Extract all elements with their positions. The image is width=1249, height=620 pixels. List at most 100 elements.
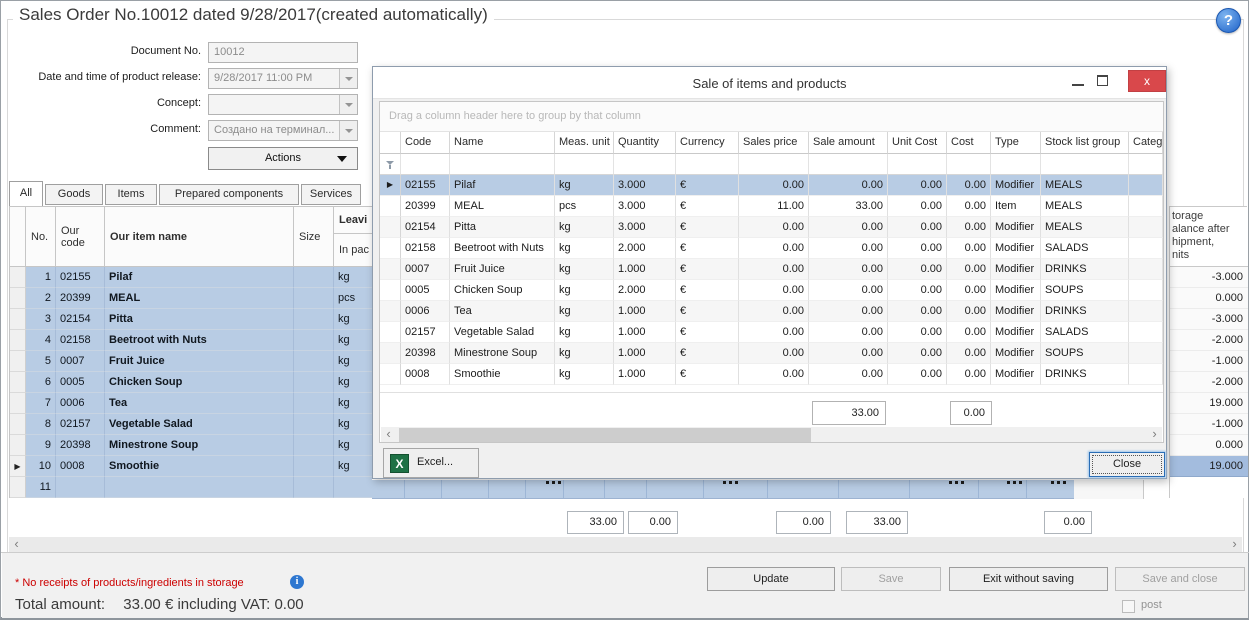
cell-unit[interactable]: kg (555, 301, 614, 322)
cell-currency[interactable]: € (676, 280, 739, 301)
minimize-icon[interactable] (1072, 84, 1084, 86)
cell-qty[interactable]: 3.000 (614, 175, 676, 196)
tab-services[interactable]: Services (301, 184, 361, 205)
cell-group[interactable]: MEALS (1041, 175, 1129, 196)
tab-all[interactable]: All (9, 181, 43, 206)
update-button[interactable]: Update (707, 567, 835, 591)
cell-name[interactable]: Tea (450, 301, 555, 322)
cell-qty[interactable]: 3.000 (614, 196, 676, 217)
cell-sale_amount[interactable]: 0.00 (809, 280, 888, 301)
cell-currency[interactable]: € (676, 238, 739, 259)
document-no-field[interactable]: 10012 (208, 42, 358, 63)
cell-name[interactable]: Pitta (450, 217, 555, 238)
maximize-icon[interactable] (1097, 75, 1108, 86)
cell-name[interactable]: Pilaf (450, 175, 555, 196)
cell-extra[interactable] (1129, 301, 1163, 322)
comment-dropdown[interactable] (339, 121, 357, 140)
cell-group[interactable]: DRINKS (1041, 301, 1129, 322)
table-row[interactable]: 70006Teakg (10, 393, 372, 414)
cell-code[interactable]: 02157 (401, 322, 450, 343)
help-icon[interactable]: ? (1216, 8, 1241, 33)
cell-unit_cost[interactable]: 0.00 (888, 238, 947, 259)
dialog-title-bar[interactable]: Sale of items and products x (373, 67, 1166, 99)
col-header-cost[interactable]: Cost (947, 132, 991, 154)
cell-qty[interactable]: 3.000 (614, 217, 676, 238)
row-indicator[interactable] (380, 364, 401, 385)
close-button[interactable]: Close (1089, 452, 1165, 477)
table-row[interactable]: 11 (10, 477, 372, 498)
cell-name[interactable]: Vegetable Salad (450, 322, 555, 343)
cell-unit_cost[interactable]: 0.00 (888, 364, 947, 385)
cell-sale_amount[interactable]: 0.00 (809, 175, 888, 196)
cell-sales_price[interactable]: 11.00 (739, 196, 809, 217)
row-indicator[interactable] (380, 322, 401, 343)
table-row[interactable]: 220399MEALpcs (10, 288, 372, 309)
cell-currency[interactable]: € (676, 322, 739, 343)
cell-unit[interactable]: kg (555, 280, 614, 301)
cell-group[interactable]: SALADS (1041, 238, 1129, 259)
row-indicator[interactable] (380, 238, 401, 259)
scroll-left-icon[interactable]: ‹ (9, 537, 24, 552)
cell-code[interactable]: 20398 (401, 343, 450, 364)
cell-unit_cost[interactable]: 0.00 (888, 259, 947, 280)
cell-extra[interactable] (1129, 175, 1163, 196)
selected-row-pointer-icon[interactable]: ▶ (380, 175, 401, 196)
col-header-our-code[interactable]: Our code (56, 207, 105, 267)
cell-code[interactable]: 0005 (401, 280, 450, 301)
cell-group[interactable]: DRINKS (1041, 364, 1129, 385)
cell-unit_cost[interactable]: 0.00 (888, 196, 947, 217)
cell-sale_amount[interactable]: 33.00 (809, 196, 888, 217)
cell-unit[interactable]: kg (555, 238, 614, 259)
cell-code[interactable]: 0007 (401, 259, 450, 280)
cell-group[interactable]: MEALS (1041, 217, 1129, 238)
cell-cost[interactable]: 0.00 (947, 217, 991, 238)
cell-sales_price[interactable]: 0.00 (739, 364, 809, 385)
cell-code[interactable]: 0008 (401, 364, 450, 385)
cell-cost[interactable]: 0.00 (947, 364, 991, 385)
filter-cell[interactable] (888, 154, 947, 175)
cell-sale_amount[interactable]: 0.00 (809, 343, 888, 364)
cell-code[interactable]: 20399 (401, 196, 450, 217)
cell-cost[interactable]: 0.00 (947, 238, 991, 259)
cell-sale_amount[interactable]: 0.00 (809, 301, 888, 322)
cell-name[interactable]: Fruit Juice (450, 259, 555, 280)
filter-cell[interactable] (614, 154, 676, 175)
col-header-leaving[interactable]: Leavi (334, 207, 372, 234)
cell-type[interactable]: Modifier (991, 364, 1041, 385)
row-indicator[interactable] (380, 196, 401, 217)
cell-unit[interactable]: kg (555, 217, 614, 238)
cell-extra[interactable] (1129, 322, 1163, 343)
cell-name[interactable]: Chicken Soup (450, 280, 555, 301)
filter-cell[interactable] (555, 154, 614, 175)
row-indicator[interactable] (380, 217, 401, 238)
cell-type[interactable]: Modifier (991, 322, 1041, 343)
row-indicator[interactable] (380, 280, 401, 301)
cell-type[interactable]: Modifier (991, 301, 1041, 322)
cell-type[interactable]: Modifier (991, 259, 1041, 280)
cell-type[interactable]: Item (991, 196, 1041, 217)
cell-qty[interactable]: 1.000 (614, 343, 676, 364)
col-header-unit-cost[interactable]: Unit Cost (888, 132, 947, 154)
col-header-size[interactable]: Size (294, 207, 334, 267)
cell-cost[interactable]: 0.00 (947, 322, 991, 343)
cell-group[interactable]: SOUPS (1041, 280, 1129, 301)
concept-dropdown[interactable] (339, 95, 357, 114)
table-row[interactable]: 302154Pittakg (10, 309, 372, 330)
cell-currency[interactable]: € (676, 196, 739, 217)
cell-extra[interactable] (1129, 217, 1163, 238)
cell-qty[interactable]: 1.000 (614, 301, 676, 322)
cell-unit_cost[interactable]: 0.00 (888, 175, 947, 196)
cell-cost[interactable]: 0.00 (947, 259, 991, 280)
cell-currency[interactable]: € (676, 364, 739, 385)
cell-sales_price[interactable]: 0.00 (739, 217, 809, 238)
col-header-our-item-name[interactable]: Our item name (105, 207, 294, 267)
dialog-horizontal-scrollbar[interactable]: ‹ › (381, 427, 1162, 443)
cell-qty[interactable]: 1.000 (614, 322, 676, 343)
col-header-catego[interactable]: Catego (1129, 132, 1163, 154)
cell-unit[interactable]: kg (555, 259, 614, 280)
row-indicator[interactable] (380, 259, 401, 280)
table-row[interactable]: ▶100008Smoothiekg (10, 456, 372, 477)
scroll-right-icon[interactable]: › (1147, 427, 1162, 442)
tab-prepared-components[interactable]: Prepared components (159, 184, 299, 205)
filter-cell[interactable] (739, 154, 809, 175)
